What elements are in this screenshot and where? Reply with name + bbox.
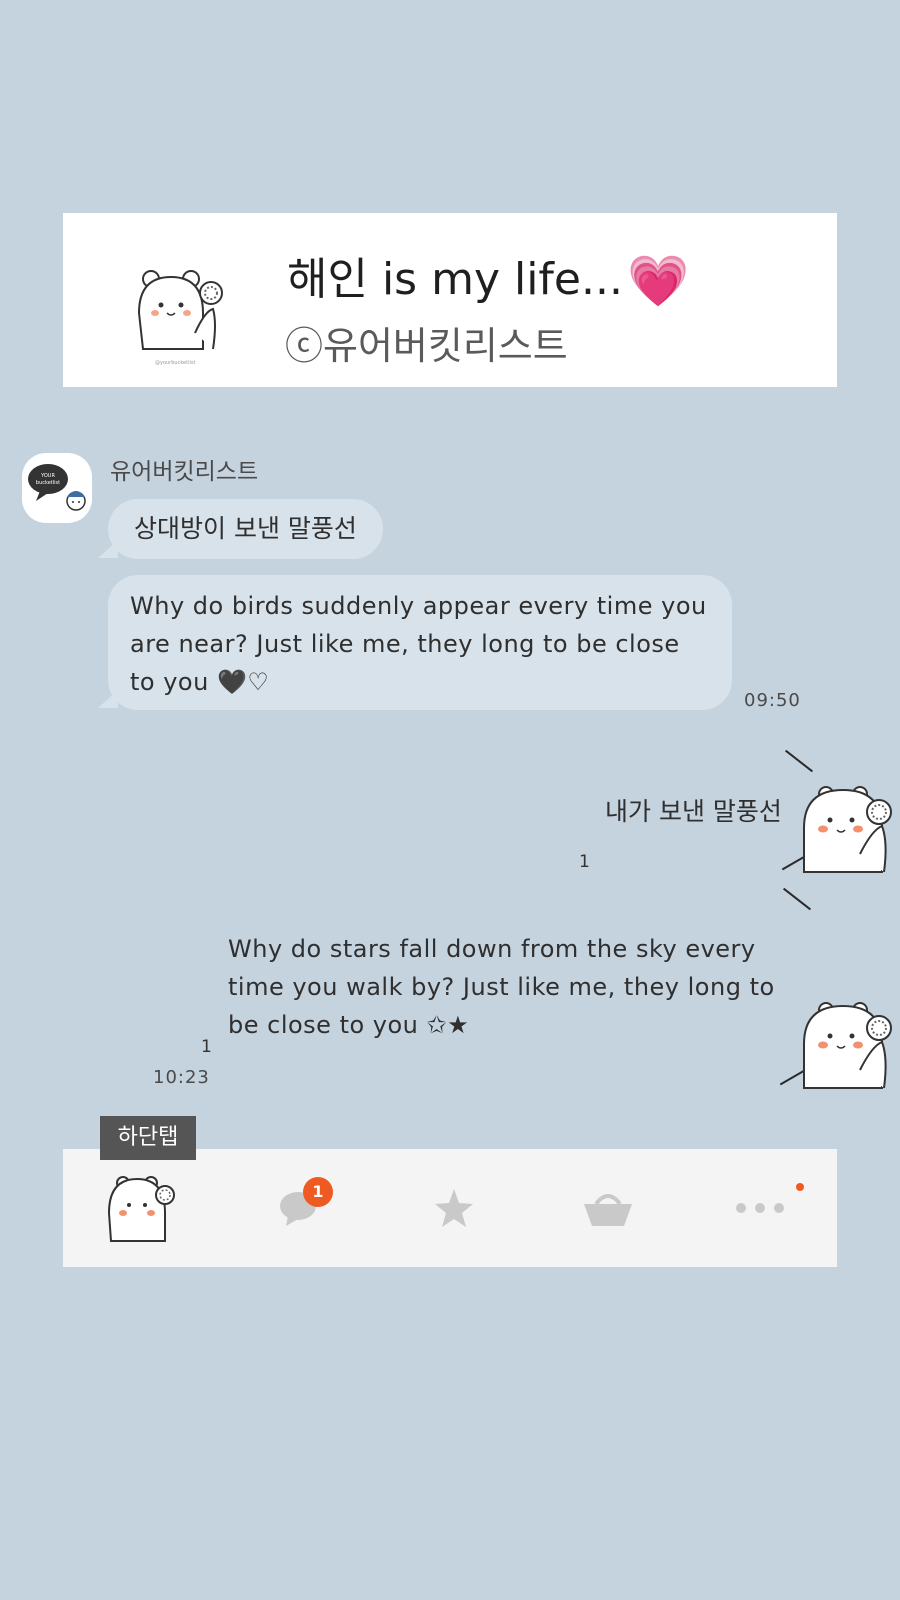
sent-message[interactable]: Why do stars fall down from the sky ever… — [228, 930, 798, 1044]
notification-dot — [796, 1183, 804, 1191]
message-timestamp: 10:23 — [153, 1067, 210, 1088]
bottom-tab-label: 하단탭 — [100, 1116, 196, 1160]
tab-friends[interactable] — [67, 1149, 217, 1267]
tab-chats[interactable] — [223, 1149, 373, 1267]
bear-mascot-icon — [803, 786, 892, 873]
unread-count: 1 — [579, 852, 590, 872]
motion-line — [784, 749, 814, 773]
svg-text:bucketlist: bucketlist — [36, 480, 60, 486]
tab-shopping[interactable] — [533, 1149, 683, 1267]
banner-subtitle: ⓒ유어버킷리스트 — [285, 324, 568, 368]
banner-credit-small: @yourbucketlist — [155, 360, 196, 366]
star-icon — [435, 1189, 473, 1227]
sender-name: 유어버킷리스트 — [110, 459, 259, 485]
message-timestamp: 09:50 — [744, 690, 801, 711]
bear-profile-icon — [107, 1176, 175, 1242]
banner-title-text: 해인 is my life... — [287, 254, 623, 305]
banner-title: 해인 is my life...💗 — [287, 243, 689, 307]
received-message-bubble[interactable]: 상대방이 보낸 말풍선 — [108, 499, 383, 559]
shopping-basket-icon — [584, 1194, 632, 1226]
bear-mascot-icon — [137, 270, 223, 350]
unread-count: 1 — [201, 1037, 212, 1057]
sent-message[interactable]: 내가 보낸 말풍선 — [605, 792, 782, 828]
motion-line — [782, 887, 812, 911]
header-banner: @yourbucketlist 해인 is my life...💗 ⓒ유어버킷리… — [63, 213, 837, 387]
avatar[interactable]: YOUR bucketlist — [22, 453, 92, 523]
heart-icon: 💗 — [626, 252, 690, 310]
unread-badge: 1 — [303, 1177, 333, 1207]
more-dots-icon — [736, 1203, 784, 1213]
bear-mascot-icon — [803, 1002, 892, 1089]
svg-text:YOUR: YOUR — [40, 473, 55, 479]
tab-view[interactable] — [379, 1149, 529, 1267]
speech-bubble-logo-icon: YOUR bucketlist — [28, 464, 86, 511]
received-message-bubble[interactable]: Why do birds suddenly appear every time … — [108, 575, 732, 710]
tab-more[interactable] — [685, 1149, 835, 1267]
bottom-tab-bar: 1 — [63, 1149, 837, 1267]
